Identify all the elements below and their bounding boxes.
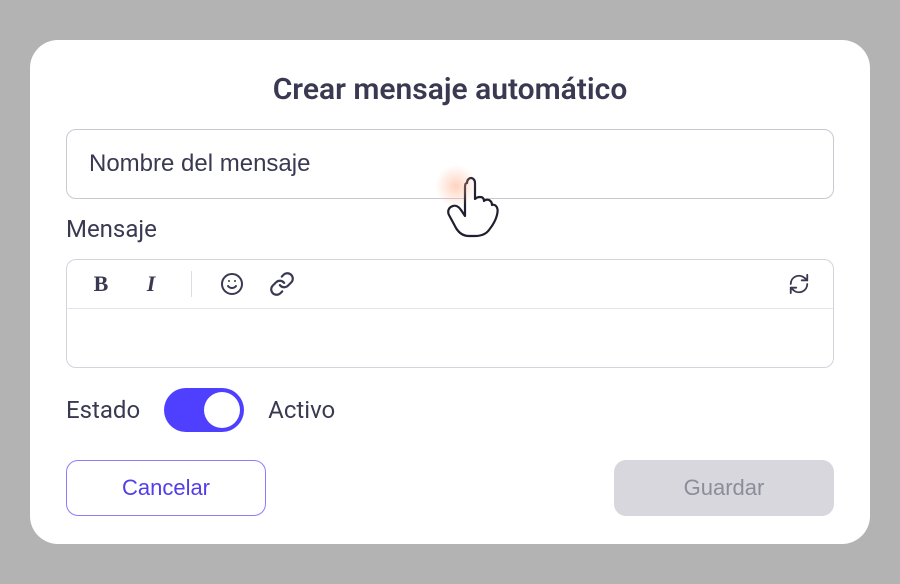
message-field-label: Mensaje <box>66 215 834 243</box>
editor-toolbar: B I <box>67 260 833 309</box>
save-button[interactable]: Guardar <box>614 460 834 516</box>
link-button[interactable] <box>268 270 296 298</box>
message-editor: B I <box>66 259 834 368</box>
status-label: Estado <box>66 396 140 424</box>
toolbar-divider <box>191 271 192 297</box>
create-auto-message-modal: Crear mensaje automático Mensaje B I <box>30 40 870 544</box>
bold-button[interactable]: B <box>87 270 115 298</box>
italic-button[interactable]: I <box>137 270 165 298</box>
emoji-button[interactable] <box>218 270 246 298</box>
toggle-knob <box>204 392 240 428</box>
link-icon <box>269 271 295 297</box>
message-name-input[interactable] <box>66 129 834 199</box>
message-textarea[interactable] <box>67 309 833 367</box>
modal-actions: Cancelar Guardar <box>66 460 834 516</box>
cancel-button[interactable]: Cancelar <box>66 460 266 516</box>
status-toggle[interactable] <box>164 388 244 432</box>
refresh-icon <box>788 273 810 295</box>
emoji-icon <box>220 272 244 296</box>
status-row: Estado Activo <box>66 388 834 432</box>
status-value: Activo <box>268 396 335 424</box>
refresh-button[interactable] <box>785 270 813 298</box>
modal-title: Crear mensaje automático <box>66 72 834 107</box>
